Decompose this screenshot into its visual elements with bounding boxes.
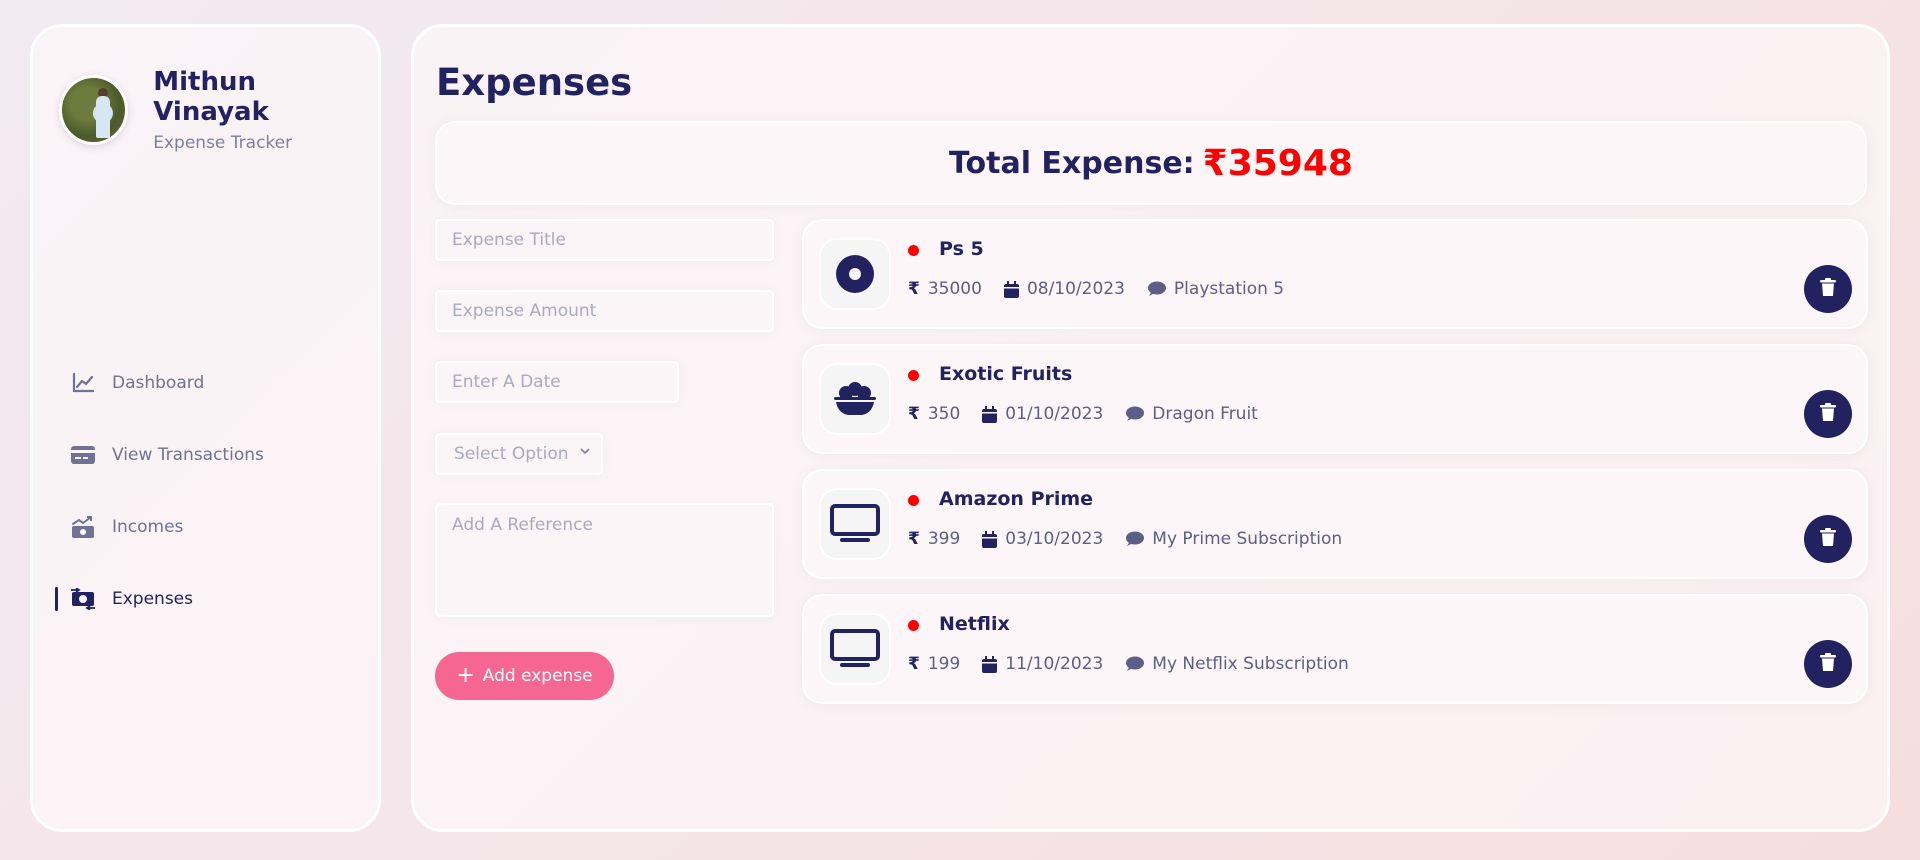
calendar-icon [982, 655, 998, 673]
trash-icon [1820, 653, 1836, 675]
expense-note: Dragon Fruit [1152, 404, 1258, 424]
expense-meta: ₹350 01/10/2023 Dragon Fruit [908, 404, 1280, 424]
expense-amount: 35000 [927, 279, 982, 299]
expense-title-input[interactable] [435, 219, 774, 261]
expense-date-input[interactable] [435, 361, 679, 403]
expense-amount: 199 [927, 654, 961, 674]
sidebar-item-dashboard[interactable]: Dashboard [33, 347, 378, 419]
sidebar: Mithun Vinayak Expense Tracker Dashboard… [30, 24, 381, 832]
status-dot [908, 370, 919, 381]
trash-icon [1820, 528, 1836, 550]
credit-card-icon [70, 444, 96, 466]
expense-meta: ₹399 03/10/2023 My Prime Subscription [908, 529, 1364, 549]
sidebar-item-label: Expenses [112, 589, 193, 609]
disc-icon [819, 238, 891, 310]
bowl-food-icon [819, 363, 891, 435]
main-panel: Expenses Total Expense: ₹35948 Select Op… [411, 24, 1890, 832]
expense-title: Amazon Prime [939, 488, 1094, 510]
rupee-icon: ₹ [908, 654, 920, 674]
trash-icon [1820, 403, 1836, 425]
expense-item: Amazon Prime ₹399 03/10/2023 My Prime Su… [802, 469, 1868, 579]
sidebar-nav: Dashboard View Transactions Incomes Expe… [33, 347, 378, 635]
delete-button[interactable] [1804, 390, 1852, 438]
money-bill-transfer-icon [70, 588, 96, 610]
tv-icon [819, 488, 891, 560]
trash-icon [1820, 278, 1836, 300]
delete-button[interactable] [1804, 640, 1852, 688]
delete-button[interactable] [1804, 265, 1852, 313]
profile-subtitle: Expense Tracker [153, 133, 293, 153]
rupee-icon: ₹ [908, 529, 920, 549]
calendar-icon [1003, 280, 1019, 298]
sidebar-item-expenses[interactable]: Expenses [33, 563, 378, 635]
expense-item: Netflix ₹199 11/10/2023 My Netflix Subsc… [802, 594, 1868, 704]
chevron-down-icon [579, 445, 591, 461]
reference-textarea[interactable] [435, 503, 774, 617]
calendar-icon [982, 530, 998, 548]
chart-line-icon [70, 372, 96, 394]
tv-icon [819, 613, 891, 685]
rupee-icon: ₹ [908, 279, 920, 299]
add-expense-label: Add expense [482, 666, 593, 686]
expense-date: 03/10/2023 [1005, 529, 1104, 549]
sidebar-item-label: Dashboard [112, 373, 205, 393]
sidebar-item-incomes[interactable]: Incomes [33, 491, 378, 563]
expense-list: Ps 5 ₹35000 08/10/2023 Playstation 5 Exo… [802, 219, 1868, 719]
expense-item: Ps 5 ₹35000 08/10/2023 Playstation 5 [802, 219, 1868, 329]
expense-title: Exotic Fruits [939, 363, 1073, 385]
status-dot [908, 245, 919, 256]
profile: Mithun Vinayak Expense Tracker [59, 67, 378, 153]
total-expense-value: ₹35948 [1202, 142, 1353, 184]
expense-item: Exotic Fruits ₹350 01/10/2023 Dragon Fru… [802, 344, 1868, 454]
expense-note: My Netflix Subscription [1152, 654, 1349, 674]
comment-icon [1125, 531, 1145, 547]
calendar-icon [982, 405, 998, 423]
add-expense-button[interactable]: + Add expense [435, 652, 614, 700]
plus-icon: + [456, 663, 475, 688]
expense-note: Playstation 5 [1173, 279, 1285, 299]
expense-title: Netflix [939, 613, 1010, 635]
comment-icon [1125, 406, 1145, 422]
money-bill-trend-up-icon [70, 516, 96, 538]
expense-date: 01/10/2023 [1005, 404, 1104, 424]
sidebar-item-label: View Transactions [112, 445, 264, 465]
profile-name: Mithun Vinayak [153, 67, 269, 127]
expense-note: My Prime Subscription [1152, 529, 1343, 549]
expense-date: 08/10/2023 [1026, 279, 1125, 299]
status-dot [908, 495, 919, 506]
total-expense-label: Total Expense: [949, 145, 1195, 181]
expense-amount: 399 [927, 529, 961, 549]
status-dot [908, 620, 919, 631]
delete-button[interactable] [1804, 515, 1852, 563]
total-expense-card: Total Expense: ₹35948 [435, 121, 1867, 205]
page-title: Expenses [436, 61, 633, 104]
rupee-icon: ₹ [908, 404, 920, 424]
comment-icon [1125, 656, 1145, 672]
expense-date: 11/10/2023 [1005, 654, 1104, 674]
expense-meta: ₹35000 08/10/2023 Playstation 5 [908, 279, 1306, 299]
sidebar-item-view-transactions[interactable]: View Transactions [33, 419, 378, 491]
sidebar-item-label: Incomes [112, 517, 184, 537]
expense-meta: ₹199 11/10/2023 My Netflix Subscription [908, 654, 1371, 674]
expense-amount-input[interactable] [435, 290, 774, 332]
comment-icon [1147, 281, 1166, 297]
category-select-value: Select Option [454, 444, 569, 464]
category-select[interactable]: Select Option [435, 433, 603, 475]
expense-title: Ps 5 [939, 238, 984, 260]
avatar [59, 75, 129, 145]
expense-amount: 350 [927, 404, 961, 424]
